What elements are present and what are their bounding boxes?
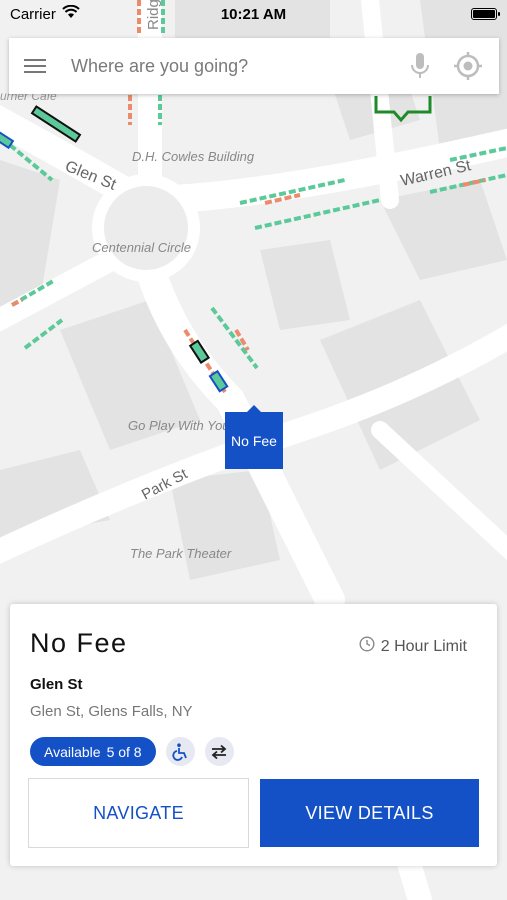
badges: Available 5 of 8 — [30, 737, 234, 766]
view-details-button[interactable]: VIEW DETAILS — [260, 779, 479, 847]
wheelchair-icon — [165, 737, 195, 766]
menu-icon[interactable] — [23, 56, 47, 76]
parking-marker[interactable]: No Fee — [225, 405, 283, 469]
availability-label: Available — [44, 743, 101, 760]
microphone-icon[interactable] — [403, 49, 437, 83]
carrier-label: Carrier — [10, 5, 56, 23]
search-bar — [9, 38, 499, 94]
clock-icon — [359, 636, 375, 657]
time-limit: 2 Hour Limit — [359, 636, 467, 657]
availability-count: 5 of 8 — [106, 743, 142, 760]
street-name: Glen St — [30, 676, 83, 693]
navigate-button[interactable]: NAVIGATE — [28, 778, 249, 848]
wifi-icon — [62, 4, 80, 23]
status-bar: Carrier 10:21 AM — [0, 0, 507, 28]
map-label-go-play: Go Play With You — [128, 418, 230, 433]
card-title: No Fee — [30, 628, 128, 658]
swap-icon — [204, 737, 234, 766]
search-input[interactable] — [71, 55, 389, 77]
battery-icon — [471, 8, 500, 20]
map-label-cowles: D.H. Cowles Building — [132, 149, 255, 164]
locate-icon[interactable] — [451, 49, 485, 83]
address: Glen St, Glens Falls, NY — [30, 703, 193, 720]
time-limit-label: 2 Hour Limit — [380, 637, 467, 655]
availability-badge: Available 5 of 8 — [30, 737, 156, 766]
map-label-park-theater: The Park Theater — [130, 546, 232, 561]
map-label-centennial: Centennial Circle — [92, 240, 191, 255]
status-left: Carrier — [10, 4, 80, 23]
parking-detail-card: No Fee 2 Hour Limit Glen St Glen St, Gle… — [10, 604, 497, 866]
